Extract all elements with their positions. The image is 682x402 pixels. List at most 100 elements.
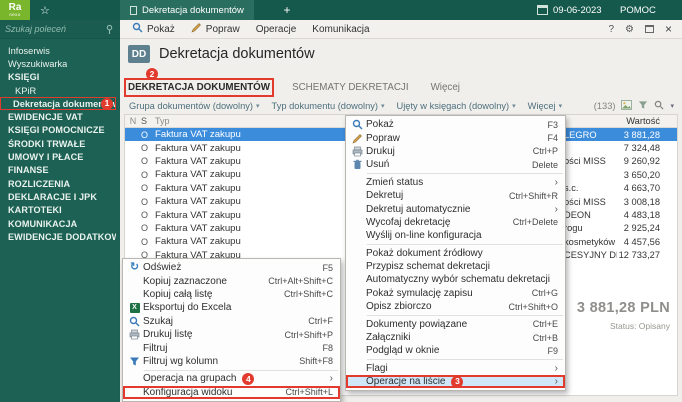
sidebar-item[interactable]: ŚRODKI TRWAŁE [0, 137, 116, 150]
column-s[interactable]: S [141, 116, 155, 126]
menu-item[interactable]: Załączniki Ctrl+B [346, 331, 565, 344]
cell-typ: Faktura VAT zakupu [155, 142, 241, 154]
filter-dropdown[interactable]: Grupa dokumentów (dowolny) ▾ [124, 101, 267, 111]
menu-item[interactable]: Dekretuj Ctrl+Shift+R [346, 189, 565, 202]
sidebar-item[interactable]: Dekretacja dokumentów 1 [0, 97, 116, 111]
help-menu[interactable]: POMOC [620, 0, 656, 20]
menu-item[interactable]: Popraw F4 [346, 131, 565, 144]
sidebar-item[interactable]: KOMUNIKACJA [0, 217, 116, 230]
column-typ[interactable]: Typ [155, 116, 285, 126]
filter-dropdown[interactable]: Więcej ▾ [523, 101, 569, 111]
filter-dropdown[interactable]: Ujęty w księgach (dowolny) ▾ [392, 101, 523, 111]
sidebar-item-label: ŚRODKI TRWAŁE [8, 138, 86, 149]
filter-icon[interactable] [638, 100, 648, 112]
menu-item[interactable]: Pokaż symulację zapisu Ctrl+G [346, 287, 565, 300]
menu-item-label: Załączniki [366, 332, 411, 344]
menu-shortcut: Ctrl+Shift+L [285, 387, 333, 398]
menu-item[interactable]: Filtruj wg kolumn Shift+F8 [123, 355, 340, 368]
printer-icon [126, 329, 143, 340]
tab-wiecej[interactable]: Więcej [431, 82, 460, 93]
menu-item[interactable]: Usuń Delete [346, 158, 565, 171]
close-icon[interactable]: × [665, 22, 672, 36]
sidebar-item[interactable]: DEKLARACJE I JPK [0, 190, 116, 203]
cell-wartosc: 12 733,27 [618, 250, 660, 261]
menu-item[interactable]: Pokaż dokument źródłowy [346, 247, 565, 260]
menu-item[interactable]: Przypisz schemat dekretacji [346, 260, 565, 273]
cell-typ: Faktura VAT zakupu [155, 169, 241, 181]
sidebar-item[interactable]: KSIĘGI [0, 71, 116, 84]
sidebar-item[interactable]: Infoserwis [0, 44, 116, 57]
menubar-popraw[interactable]: Popraw [183, 20, 248, 38]
command-search[interactable] [0, 20, 120, 39]
calendar-icon[interactable] [537, 5, 548, 15]
menu-item[interactable]: Filtruj F8 [123, 341, 340, 354]
menu-item-label: Zmień status [366, 176, 424, 188]
sidebar-item[interactable]: KSIĘGI POMOCNICZE [0, 124, 116, 137]
menu-item-label: Dekretuj automatycznie [366, 203, 471, 215]
menu-item[interactable]: Wycofaj dekretację Ctrl+Delete [346, 216, 565, 229]
sidebar: Infoserwis Wyszukiwarka KSIĘGI KPiRDekretac… [0, 20, 120, 402]
menu-item[interactable]: Opisz zbiorczo Ctrl+Shift+O [346, 300, 565, 313]
menu-item-label: Drukuj [366, 145, 395, 157]
menu-item[interactable]: Automatyczny wybór schematu dekretacji [346, 273, 565, 286]
menu-item[interactable]: Flagi › [346, 362, 565, 375]
menu-item[interactable]: Drukuj Ctrl+P [346, 145, 565, 158]
tab-dekretacja-dokumentow[interactable]: DEKRETACJA DOKUMENTÓW 2 [123, 68, 275, 97]
sidebar-item[interactable]: EWIDENCJE VAT [0, 110, 116, 123]
menu-item[interactable]: Operacje na liście 3 › [346, 375, 565, 389]
app-logo[interactable]: Ra nexo [0, 0, 30, 20]
cell-typ: Faktura VAT zakupu [155, 236, 241, 248]
menu-item[interactable]: Dokumenty powiązane Ctrl+E [346, 317, 565, 330]
menu-item[interactable]: ↻ Odśwież F5 [123, 261, 340, 274]
menu-item-label: Drukuj listę [143, 329, 193, 341]
menu-item[interactable]: Konfiguracja widoku Ctrl+Shift+L [123, 385, 340, 399]
column-n[interactable]: N [125, 116, 141, 126]
menu-item-label: Opisz zbiorczo [366, 301, 432, 313]
column-wartosc[interactable]: Wartość [617, 116, 660, 126]
menu-item[interactable]: Szukaj Ctrl+F [123, 315, 340, 328]
filter-bar: Grupa dokumentów (dowolny) ▾ Typ dokumentu… [124, 98, 678, 113]
pin-icon[interactable] [104, 24, 115, 35]
cell-status: O [141, 196, 149, 207]
sidebar-item[interactable]: KPiR [0, 84, 116, 97]
menu-shortcut: Ctrl+P [532, 146, 558, 157]
menu-item[interactable]: Kopiuj całą listę Ctrl+Shift+C [123, 288, 340, 301]
sidebar-item[interactable]: KARTOTEKI [0, 204, 116, 217]
open-tab[interactable]: Dekretacja dokumentów [120, 0, 254, 20]
new-tab-button[interactable]: + [278, 0, 296, 20]
window-icon[interactable] [644, 25, 654, 33]
menu-item[interactable]: Zmień status › [346, 176, 565, 189]
search-input[interactable] [5, 24, 104, 34]
favorites-star-icon[interactable]: ☆ [36, 0, 54, 20]
help-icon[interactable]: ? [608, 24, 614, 35]
menu-shortcut: Ctrl+F [308, 316, 333, 327]
menu-item[interactable]: Pokaż F3 [346, 118, 565, 131]
menu-item[interactable]: Dekretuj automatycznie › [346, 202, 565, 215]
sidebar-item[interactable]: UMOWY I PŁACE [0, 150, 116, 163]
menu-item[interactable]: Podgląd w oknie F9 [346, 344, 565, 357]
sidebar-item[interactable]: EWIDENCJE DODATKOWE [0, 230, 116, 243]
menu-item[interactable]: Kopiuj zaznaczone Ctrl+Alt+Shift+C [123, 274, 340, 287]
sidebar-item[interactable]: FINANSE [0, 164, 116, 177]
menu-item-label: Pokaż dokument źródłowy [366, 247, 483, 259]
sidebar-item[interactable]: ROZLICZENIA [0, 177, 116, 190]
menubar-pokaz[interactable]: Pokaż [124, 20, 183, 38]
tab-schematy-dekretacji[interactable]: SCHEMATY DEKRETACJI [292, 82, 409, 93]
chevron-down-icon: ▾ [256, 102, 260, 110]
filter-dropdown[interactable]: Typ dokumentu (dowolny) ▾ [267, 101, 392, 111]
menu-shortcut: F4 [547, 133, 558, 144]
search-icon[interactable] [654, 100, 664, 112]
menu-item[interactable]: Wyślij on-line konfiguracja [346, 229, 565, 242]
menu-item[interactable]: Drukuj listę Ctrl+Shift+P [123, 328, 340, 341]
menubar-komunikacja[interactable]: Komunikacja [304, 20, 377, 38]
menu-item[interactable]: X Eksportuj do Excela [123, 301, 340, 314]
menubar-operacje[interactable]: Operacje [248, 20, 305, 38]
gear-icon[interactable]: ⚙ [625, 24, 634, 35]
chevron-down-icon[interactable]: ▾ [670, 102, 674, 110]
sidebar-item[interactable]: Wyszukiwarka [0, 57, 116, 70]
current-date[interactable]: 09-06-2023 [553, 0, 602, 20]
submenu-arrow-icon: › [329, 373, 333, 385]
cell-status: O [141, 143, 149, 154]
image-icon[interactable] [621, 99, 633, 112]
menu-item[interactable]: Operacja na grupach 4 › [123, 372, 340, 385]
